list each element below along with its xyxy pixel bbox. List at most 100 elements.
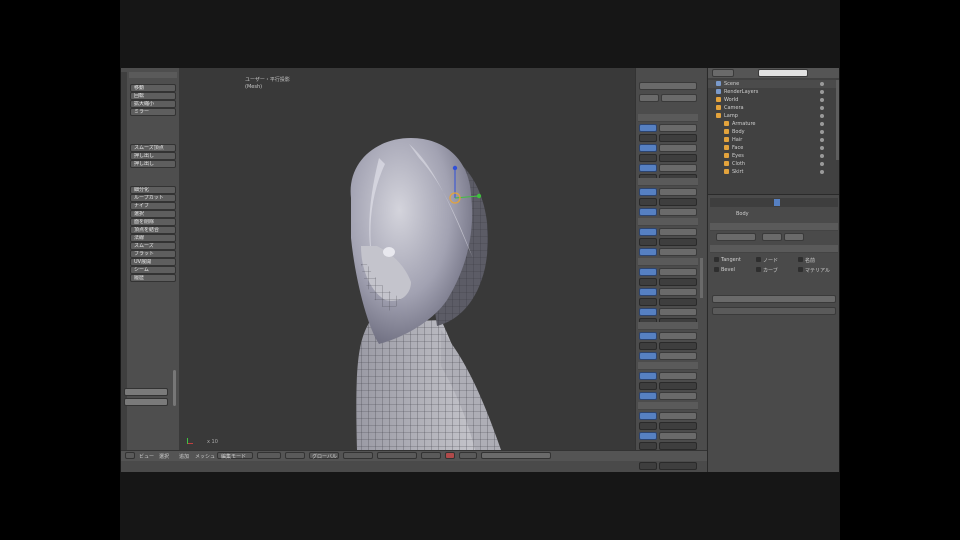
- panel-toggle-2[interactable]: [661, 94, 697, 102]
- tool-shelf-item[interactable]: UV展開: [130, 258, 176, 266]
- panel-field[interactable]: [639, 392, 657, 400]
- panel-value[interactable]: [659, 208, 697, 216]
- property-checkbox[interactable]: [798, 267, 803, 272]
- panel-value[interactable]: [659, 352, 697, 360]
- panel-value[interactable]: [659, 164, 697, 172]
- panel-value[interactable]: [659, 298, 697, 306]
- properties-add-button[interactable]: [762, 233, 782, 241]
- outliner-scrollbar[interactable]: [836, 80, 839, 160]
- panel-field[interactable]: [639, 288, 657, 296]
- outliner-row[interactable]: Scene: [708, 80, 839, 88]
- panel-value[interactable]: [659, 248, 697, 256]
- panel-field[interactable]: [639, 188, 657, 196]
- panel-value[interactable]: [659, 382, 697, 390]
- tool-shelf-item[interactable]: 移動: [130, 84, 176, 92]
- proportional-edit[interactable]: [421, 452, 441, 459]
- outliner-row[interactable]: RenderLayers: [708, 88, 839, 96]
- snap-target[interactable]: [459, 452, 477, 459]
- panel-value[interactable]: [659, 422, 697, 430]
- panel-field[interactable]: [639, 278, 657, 286]
- shading-select[interactable]: [257, 452, 281, 459]
- outliner-row[interactable]: Lamp: [708, 112, 839, 120]
- property-checkbox[interactable]: [714, 267, 719, 272]
- panel-value[interactable]: [659, 442, 697, 450]
- panel-section-header[interactable]: [638, 258, 698, 266]
- outliner-row[interactable]: Body: [708, 128, 839, 136]
- property-checkbox[interactable]: [756, 257, 761, 262]
- panel-section-header[interactable]: [638, 322, 698, 330]
- tool-shelf-item[interactable]: スムーズ: [130, 242, 176, 250]
- outliner-row[interactable]: Eyes: [708, 152, 839, 160]
- panel-field[interactable]: [639, 208, 657, 216]
- panel-field[interactable]: [639, 342, 657, 350]
- panel-value[interactable]: [659, 462, 697, 470]
- panel-field[interactable]: [639, 154, 657, 162]
- tool-shelf-item[interactable]: フラット: [130, 250, 176, 258]
- tool-shelf-item[interactable]: 押し出し: [130, 160, 176, 168]
- visibility-icon[interactable]: [820, 170, 824, 174]
- property-checkbox[interactable]: [756, 267, 761, 272]
- visibility-icon[interactable]: [820, 162, 824, 166]
- panel-scrollbar[interactable]: [700, 258, 703, 298]
- panel-value[interactable]: [659, 278, 697, 286]
- panel-value[interactable]: [659, 134, 697, 142]
- outliner-row[interactable]: Skirt: [708, 168, 839, 176]
- panel-field[interactable]: [639, 372, 657, 380]
- tool-shelf-item[interactable]: 法線: [130, 234, 176, 242]
- visibility-icon[interactable]: [820, 138, 824, 142]
- panel-toggle[interactable]: [639, 94, 659, 102]
- panel-value[interactable]: [659, 342, 697, 350]
- properties-context-tabs[interactable]: [710, 198, 838, 207]
- select-mode-buttons[interactable]: [377, 452, 417, 459]
- tool-shelf-item[interactable]: ミラー: [130, 108, 176, 116]
- outliner-row[interactable]: Hair: [708, 136, 839, 144]
- panel-field[interactable]: [639, 248, 657, 256]
- menu-add[interactable]: 追加: [179, 453, 189, 460]
- menu-select[interactable]: 選択: [159, 453, 169, 460]
- panel-section-header[interactable]: [638, 402, 698, 410]
- visibility-icon[interactable]: [820, 98, 824, 102]
- panel-value[interactable]: [659, 144, 697, 152]
- visibility-icon[interactable]: [820, 146, 824, 150]
- panel-value[interactable]: [659, 372, 697, 380]
- tool-shelf-item[interactable]: 頂点を結合: [130, 226, 176, 234]
- menu-view[interactable]: ビュー: [139, 453, 154, 460]
- panel-value[interactable]: [659, 288, 697, 296]
- properties-field-wide-2[interactable]: [712, 307, 836, 315]
- panel-value[interactable]: [659, 392, 697, 400]
- tool-shelf-item[interactable]: ナイフ: [130, 202, 176, 210]
- panel-value[interactable]: [659, 238, 697, 246]
- panel-section-header[interactable]: [638, 178, 698, 186]
- outliner-search[interactable]: [758, 69, 808, 77]
- render-buttons[interactable]: [481, 452, 551, 459]
- tool-shelf-item[interactable]: 履歴: [130, 274, 176, 282]
- panel-section-header[interactable]: [638, 362, 698, 370]
- panel-field[interactable]: [639, 144, 657, 152]
- panel-field[interactable]: [639, 268, 657, 276]
- tool-shelf-item[interactable]: 選択: [130, 210, 176, 218]
- outliner-view-select[interactable]: [712, 69, 734, 77]
- properties-remove-button[interactable]: [784, 233, 804, 241]
- outliner-row[interactable]: Camera: [708, 104, 839, 112]
- visibility-icon[interactable]: [820, 122, 824, 126]
- snap-toggle[interactable]: [445, 452, 455, 459]
- 3d-viewport[interactable]: ユーザー・平行投影 (Mesh) x 10: [179, 68, 635, 450]
- panel-section-header[interactable]: [638, 114, 698, 122]
- panel-field[interactable]: [639, 238, 657, 246]
- panel-value[interactable]: [659, 432, 697, 440]
- panel-value[interactable]: [659, 412, 697, 420]
- panel-section-header[interactable]: [638, 218, 698, 226]
- tool-shelf-item[interactable]: スムーズ頂点: [130, 144, 176, 152]
- property-checkbox[interactable]: [798, 257, 803, 262]
- menu-mesh[interactable]: メッシュ: [195, 453, 215, 460]
- panel-field[interactable]: [639, 442, 657, 450]
- panel-value[interactable]: [659, 198, 697, 206]
- layer-buttons[interactable]: [343, 452, 373, 459]
- panel-value[interactable]: [659, 124, 697, 132]
- panel-search[interactable]: [639, 82, 697, 90]
- visibility-icon[interactable]: [820, 82, 824, 86]
- tool-shelf-item[interactable]: 細分化: [130, 186, 176, 194]
- panel-field[interactable]: [639, 124, 657, 132]
- pivot-select[interactable]: [285, 452, 305, 459]
- panel-field[interactable]: [639, 382, 657, 390]
